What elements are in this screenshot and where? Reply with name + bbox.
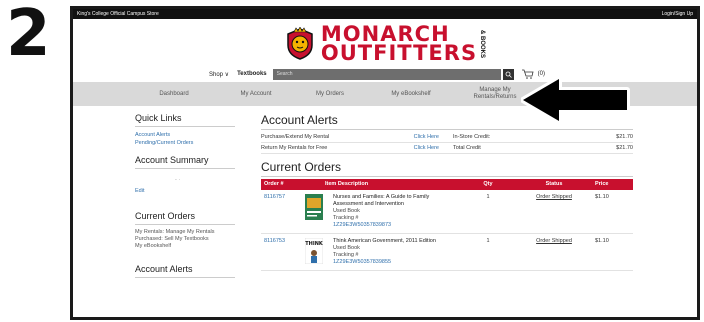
tracking-label: Tracking # xyxy=(333,252,359,258)
tab-my-orders[interactable]: My Orders xyxy=(293,82,367,106)
current-orders-title: Current Orders xyxy=(135,211,235,225)
tab-manage-rentals[interactable]: Manage My Rentals/Returns xyxy=(465,82,525,106)
search-icon xyxy=(505,71,512,78)
account-summary-title: Account Summary xyxy=(135,155,235,169)
table-row: 8116757 Nurses and Families: A Guide to … xyxy=(261,190,633,234)
main-panel: Account Alerts Purchase/Extend My Rental… xyxy=(261,113,633,271)
alert-row: Purchase/Extend My Rental Click Here In-… xyxy=(261,132,633,143)
alert-click-here-link[interactable]: Click Here xyxy=(411,132,439,142)
alert-label: Purchase/Extend My Rental xyxy=(261,134,330,140)
orders-table-header: Order # Item Description Qty Status Pric… xyxy=(261,179,633,190)
book-cover-image: THINK xyxy=(304,237,324,265)
edit-link[interactable]: Edit xyxy=(135,187,235,195)
header-qty: Qty xyxy=(483,181,493,187)
table-row: 8116753 THINK Think American Government,… xyxy=(261,234,633,271)
header-item-desc: Item Description xyxy=(325,181,369,187)
lion-crest-icon xyxy=(287,27,313,60)
order-number-link[interactable]: 8116757 xyxy=(261,194,305,229)
current-orders-heading: Current Orders xyxy=(261,160,633,177)
store-name: King's College Official Campus Store xyxy=(77,11,159,17)
order-status-link[interactable]: Order Shipped xyxy=(519,238,589,266)
item-price: $1.10 xyxy=(595,238,609,244)
textbooks-link[interactable]: Textbooks xyxy=(237,71,267,77)
search-button[interactable] xyxy=(502,68,514,80)
item-condition: Used Book xyxy=(333,208,360,214)
order-status-link[interactable]: Order Shipped xyxy=(519,194,589,229)
account-alerts-sidebar-title: Account Alerts xyxy=(135,264,235,278)
tab-my-account[interactable]: My Account xyxy=(219,82,293,106)
logo-books: & BOOKS xyxy=(479,29,486,58)
sidebar-item-purchased[interactable]: Purchased: Sell My Textbooks xyxy=(135,236,235,243)
header-price: Price xyxy=(595,181,609,187)
quick-links-title: Quick Links xyxy=(135,113,235,127)
top-bar: King's College Official Campus Store Log… xyxy=(73,9,697,19)
tracking-number-link[interactable]: 1Z29E3W50357839855 xyxy=(333,259,457,266)
account-summary-value: - · xyxy=(175,177,181,183)
account-alerts-title: Account Alerts xyxy=(261,113,633,130)
tab-dashboard[interactable]: Dashboard xyxy=(137,82,211,106)
browser-screenshot: King's College Official Campus Store Log… xyxy=(70,6,700,320)
tracking-label: Tracking # xyxy=(333,215,359,221)
item-title: Think American Government, 2011 Edition xyxy=(333,238,436,244)
header-status: Status xyxy=(545,181,563,187)
step-number: 2 xyxy=(6,0,51,71)
sidebar-item-rentals[interactable]: My Rentals: Manage My Rentals xyxy=(135,229,235,236)
search-input[interactable]: Search xyxy=(272,68,501,80)
credit-value: $21.70 xyxy=(616,134,633,140)
shop-menu[interactable]: Shop ∨ xyxy=(209,71,229,78)
logo-line-2: OUTFITTERS xyxy=(320,41,478,65)
credit-label: In-Store Credit: xyxy=(453,134,491,140)
login-link[interactable]: Login/Sign Up xyxy=(662,9,693,19)
header-order-num: Order # xyxy=(264,181,284,187)
sidebar-item-ebookshelf[interactable]: My eBookshelf xyxy=(135,243,235,250)
tracking-number-link[interactable]: 1Z29E3W50357839873 xyxy=(333,222,457,229)
item-price: $1.10 xyxy=(595,194,609,200)
order-number-link[interactable]: 8116753 xyxy=(261,238,305,266)
item-qty: 1 xyxy=(486,238,490,244)
quick-link-account-alerts[interactable]: Account Alerts xyxy=(135,131,235,139)
alert-click-here-link[interactable]: Click Here xyxy=(411,143,439,153)
item-title: Nurses and Families: A Guide to Family A… xyxy=(333,194,430,207)
sidebar: Quick Links Account Alerts Pending/Curre… xyxy=(135,113,235,286)
quick-link-pending-orders[interactable]: Pending/Current Orders xyxy=(135,139,235,147)
credit-label: Total Credit xyxy=(453,145,481,151)
item-condition: Used Book xyxy=(333,245,360,251)
item-qty: 1 xyxy=(486,194,490,200)
credit-value: $21.70 xyxy=(616,145,633,151)
alert-row: Return My Rentals for Free Click Here To… xyxy=(261,143,633,154)
store-logo[interactable]: MONARCH OUTFITTERS & BOOKS xyxy=(73,21,697,67)
book-cover-image xyxy=(305,194,323,220)
tab-my-ebookshelf[interactable]: My eBookshelf xyxy=(369,82,453,106)
svg-text:THINK: THINK xyxy=(305,241,323,247)
alert-label: Return My Rentals for Free xyxy=(261,145,328,151)
